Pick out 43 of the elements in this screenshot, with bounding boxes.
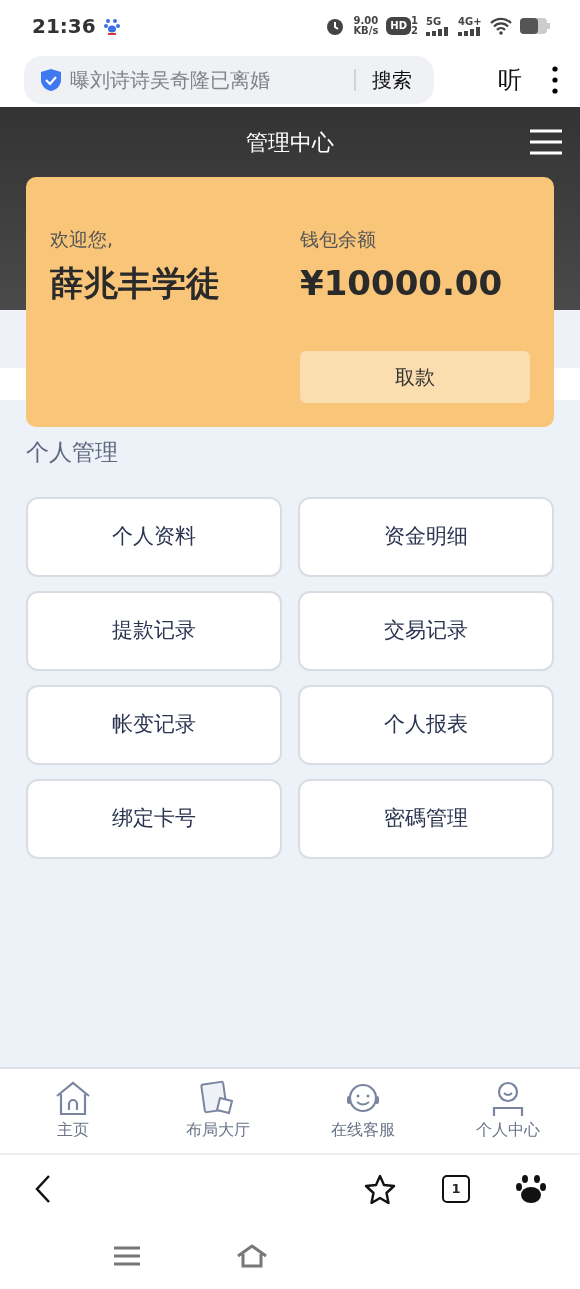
search-field[interactable]: 曝刘诗诗吴奇隆已离婚 搜索: [24, 55, 434, 104]
star-icon[interactable]: [364, 1174, 396, 1204]
paw-icon: [103, 17, 120, 35]
nav-tab[interactable]: 布局大厅: [145, 1079, 290, 1143]
menu-button[interactable]: 交易记录: [298, 591, 554, 671]
more-icon[interactable]: [552, 65, 558, 94]
tab-count-button[interactable]: 1: [442, 1175, 470, 1203]
network-speed: 9.00: [353, 16, 379, 26]
back-icon[interactable]: [34, 1174, 52, 1204]
signal-icon: [458, 26, 482, 36]
status-time: 21:36: [32, 13, 96, 40]
username: 薛兆丰学徒: [50, 261, 221, 305]
nav-tab[interactable]: 在线客服: [290, 1079, 435, 1143]
section-title: 个人管理: [26, 439, 118, 465]
nav-tab[interactable]: 个人中心: [435, 1079, 580, 1143]
battery-icon: [520, 18, 550, 34]
menu-button[interactable]: 帐变记录: [26, 685, 282, 765]
search-button[interactable]: 搜索: [354, 68, 418, 91]
shield-icon: [40, 67, 62, 92]
network-type: 5G: [426, 16, 443, 27]
menu-button[interactable]: 个人报表: [298, 685, 554, 765]
menu-button[interactable]: 个人资料: [26, 497, 282, 577]
paw-icon[interactable]: [516, 1174, 546, 1204]
nav-tab[interactable]: 主页: [0, 1079, 145, 1143]
signal-icon: [426, 26, 450, 36]
greeting-text: 欢迎您,: [50, 227, 115, 252]
network-speed-unit: KB/s: [353, 26, 379, 36]
sim-number: 1: [411, 16, 418, 26]
menu-button[interactable]: 密碼管理: [298, 779, 554, 859]
menu-button[interactable]: 提款记录: [26, 591, 282, 671]
alarm-icon: [325, 16, 346, 36]
menu-button[interactable]: 资金明细: [298, 497, 554, 577]
withdraw-button[interactable]: 取款: [300, 351, 530, 403]
menu-button[interactable]: 绑定卡号: [26, 779, 282, 859]
hd-indicator: HD: [386, 17, 412, 35]
listen-button[interactable]: 听: [492, 60, 528, 99]
sim-number: 2: [411, 26, 418, 36]
network-type: 4G+: [458, 16, 482, 27]
balance-amount: ¥10000.00: [300, 261, 504, 305]
wifi-icon: [490, 17, 512, 35]
home-icon[interactable]: [236, 1244, 268, 1268]
balance-label: 钱包余额: [300, 227, 377, 252]
page-title: 管理中心: [246, 128, 334, 157]
